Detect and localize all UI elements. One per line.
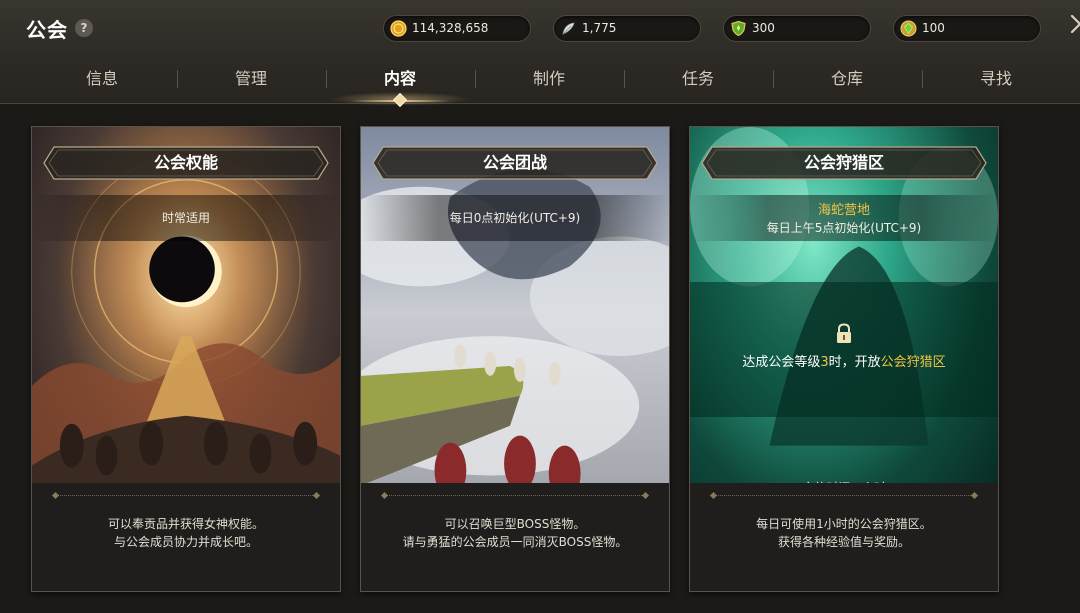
page-title: 公会	[26, 18, 68, 42]
green-gem-amount: 100	[922, 21, 945, 35]
tab-craft[interactable]: 制作	[475, 62, 623, 96]
guild-power-title: 公会权能	[153, 153, 218, 172]
guild-raid-description: 可以召唤巨型BOSS怪物。 请与勇猛的公会成员一同消灭BOSS怪物。	[361, 483, 669, 591]
feather-icon	[562, 22, 575, 35]
guild-shield-icon	[731, 20, 746, 37]
feather-amount: 1,775	[582, 21, 617, 35]
top-bar: 公会 ? 114,328,658 1,775 300 100 信息 管理 内容 …	[0, 0, 1080, 108]
guild-hunting-zone-title-banner: 公会狩猎区	[700, 145, 988, 181]
currency-gold: 114,328,658	[383, 15, 531, 42]
guild-hunting-zone-subtitle: 每日上午5点初始化(UTC+9)	[766, 221, 922, 235]
lock-icon	[837, 323, 851, 343]
divider	[386, 495, 644, 496]
currency-guild-shield: 300	[723, 15, 871, 42]
card-guild-hunting-zone[interactable]: 公会狩猎区 海蛇营地 每日上午5点初始化(UTC+9) 达成公会等级3时，开放公…	[689, 126, 999, 592]
guild-power-title-banner: 公会权能	[42, 145, 330, 181]
unlock-requirement: 达成公会等级3时，开放公会狩猎区	[690, 351, 998, 370]
guild-raid-title: 公会团战	[482, 153, 547, 172]
guild-hunting-zone-description: 每日可使用1小时的公会狩猎区。 获得各种经验值与奖励。	[690, 483, 998, 591]
tab-manage[interactable]: 管理	[177, 62, 325, 96]
description-line-1: 每日可使用1小时的公会狩猎区。	[756, 517, 932, 531]
tab-search[interactable]: 寻找	[922, 62, 1070, 96]
unlock-target: 公会狩猎区	[880, 355, 946, 370]
gold-amount: 114,328,658	[412, 21, 489, 35]
guild-raid-subtitle: 每日0点初始化(UTC+9)	[449, 211, 581, 225]
unlock-text-middle: 时，开放	[828, 355, 881, 370]
green-gem-icon	[900, 20, 917, 37]
tab-info[interactable]: 信息	[28, 62, 176, 96]
card-guild-power[interactable]: 公会权能 时常适用 可以奉贡品并获得女神权能。 与公会成员协力并成长吧。	[31, 126, 341, 592]
help-icon[interactable]: ?	[75, 19, 93, 37]
tab-storage[interactable]: 仓库	[773, 62, 921, 96]
required-guild-level: 3	[820, 355, 829, 370]
locked-overlay	[690, 282, 998, 417]
description-line-1: 可以奉贡品并获得女神权能。	[107, 517, 264, 531]
divider	[57, 495, 315, 496]
hunting-zone-location: 海蛇营地	[817, 203, 870, 218]
unlock-text-prefix: 达成公会等级	[742, 355, 821, 370]
close-icon[interactable]	[1066, 10, 1080, 44]
currency-green-gem: 100	[893, 15, 1041, 42]
guild-power-subtitle: 时常适用	[161, 211, 210, 225]
guild-raid-title-banner: 公会团战	[371, 145, 659, 181]
guild-shield-amount: 300	[752, 21, 775, 35]
currency-feather: 1,775	[553, 15, 701, 42]
description-line-1: 可以召唤巨型BOSS怪物。	[444, 517, 586, 531]
tab-bar: 信息 管理 内容 制作 任务 仓库 寻找	[0, 62, 1080, 98]
gold-coin-icon	[390, 20, 407, 37]
tab-content[interactable]: 内容	[326, 62, 474, 96]
tab-quest[interactable]: 任务	[624, 62, 772, 96]
guild-power-description: 可以奉贡品并获得女神权能。 与公会成员协力并成长吧。	[32, 483, 340, 591]
description-line-2: 请与勇猛的公会成员一同消灭BOSS怪物。	[402, 535, 628, 549]
description-line-2: 与公会成员协力并成长吧。	[113, 535, 258, 549]
card-guild-raid[interactable]: 公会团战 每日0点初始化(UTC+9) 可以召唤巨型BOSS怪物。 请与勇猛的公…	[360, 126, 670, 592]
guild-hunting-zone-title: 公会狩猎区	[803, 153, 884, 172]
divider	[715, 495, 973, 496]
description-line-2: 获得各种经验值与奖励。	[777, 535, 910, 549]
